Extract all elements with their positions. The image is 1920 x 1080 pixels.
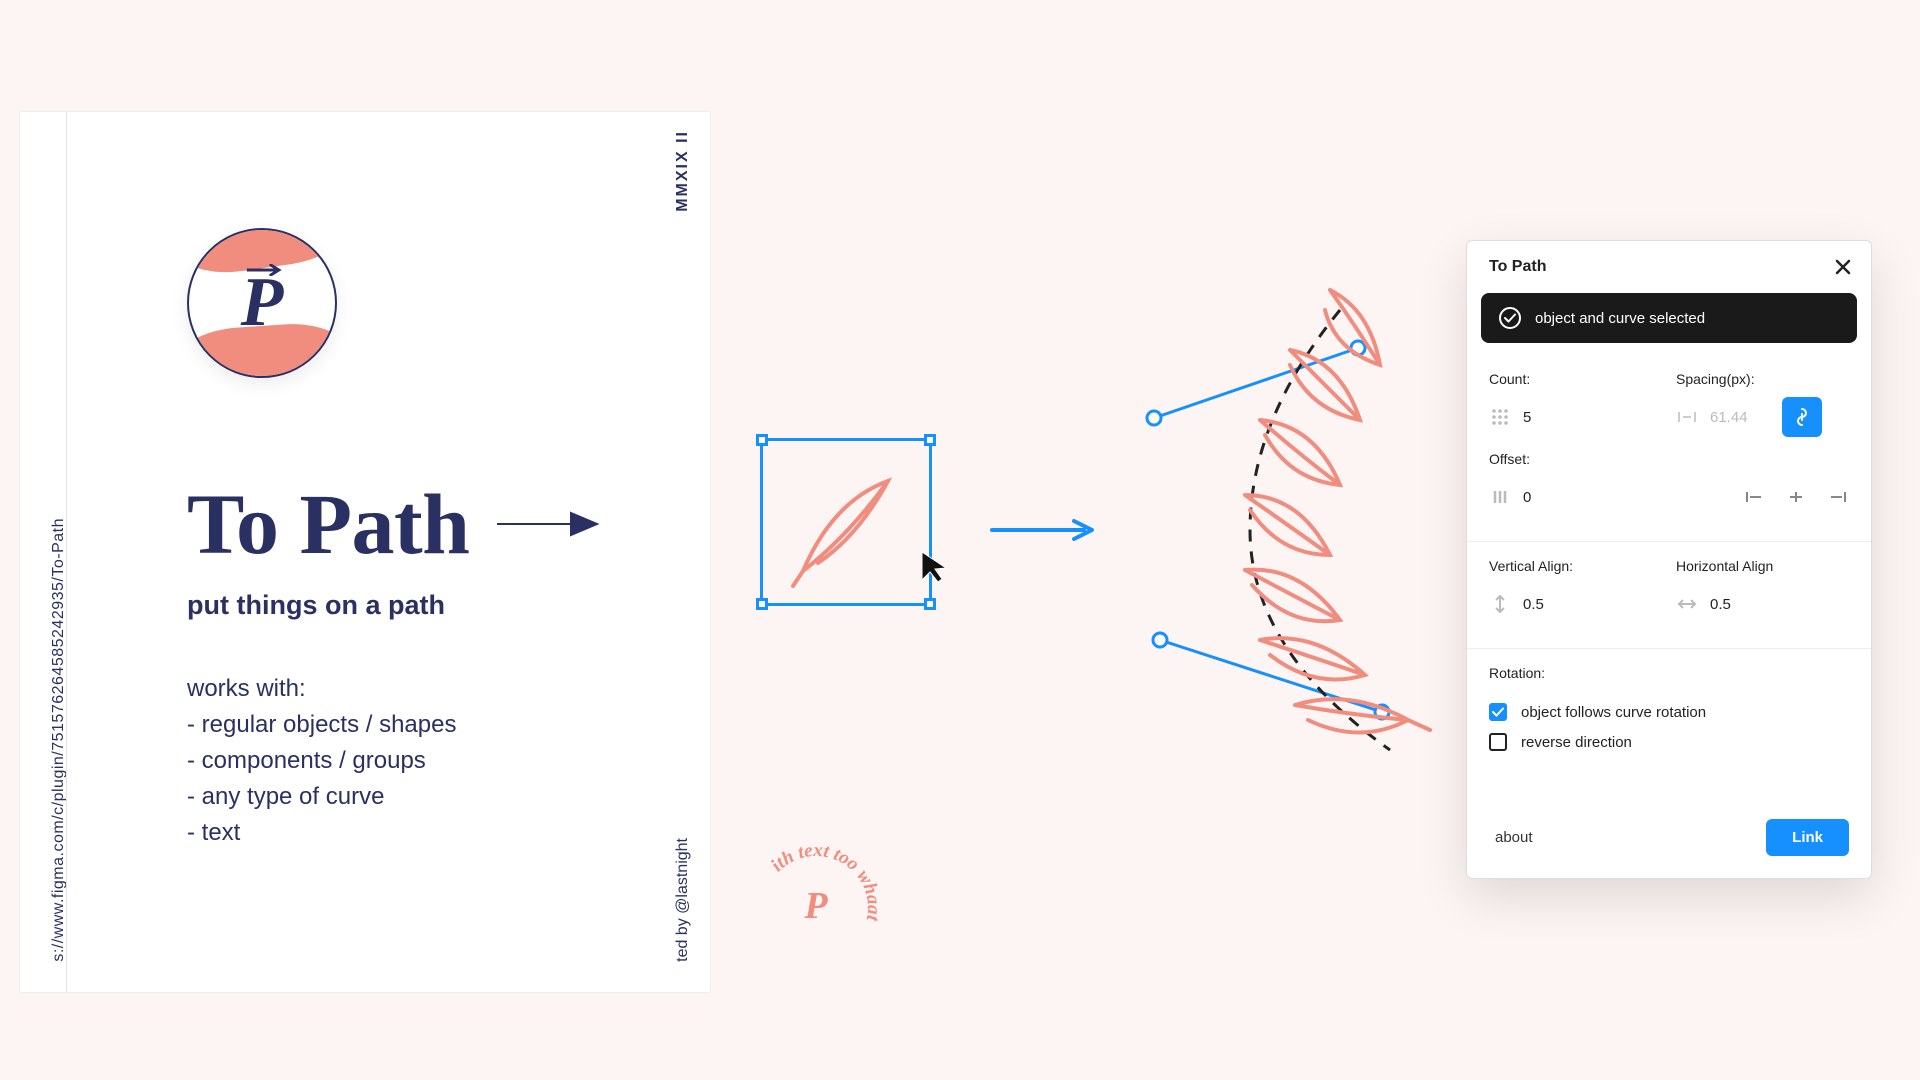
selection-box[interactable] [760, 438, 932, 606]
works-with-item: - components / groups [187, 743, 710, 779]
leaves-on-path-illustration [1130, 270, 1450, 790]
leaf-icon [763, 441, 935, 609]
works-with-item: - any type of curve [187, 779, 710, 815]
works-with-item: - text [187, 815, 710, 851]
align-end-button[interactable] [1827, 486, 1849, 508]
reverse-direction-label: reverse direction [1521, 734, 1632, 751]
resize-handle-tr[interactable] [924, 434, 936, 446]
valign-input[interactable] [1523, 596, 1583, 613]
align-start-button[interactable] [1743, 486, 1765, 508]
spacing-input[interactable] [1710, 409, 1770, 426]
poster-subtitle: put things on a path [187, 590, 710, 621]
plugin-logo-letter: P [189, 230, 335, 376]
resize-handle-bl[interactable] [756, 598, 768, 610]
halign-input[interactable] [1710, 596, 1770, 613]
link-button[interactable]: Link [1766, 819, 1849, 856]
reverse-direction-checkbox[interactable] [1489, 733, 1507, 751]
count-input[interactable] [1523, 409, 1583, 426]
arrows-horizontal-icon [1676, 597, 1698, 611]
circular-text-sample: ith text too whaat P [746, 838, 886, 978]
poster-body: works with: - regular objects / shapes -… [187, 671, 710, 851]
plugin-logo-icon: P [187, 228, 337, 378]
works-with-heading: works with: [187, 671, 710, 707]
offset-label: Offset: [1489, 451, 1849, 467]
arrow-right-icon [990, 518, 1100, 542]
count-label: Count: [1489, 371, 1662, 387]
about-link[interactable]: about [1495, 829, 1533, 846]
panel-title: To Path [1489, 258, 1546, 276]
valign-label: Vertical Align: [1489, 558, 1662, 574]
halign-label: Horizontal Align [1676, 558, 1849, 574]
close-icon [1835, 259, 1851, 275]
offset-input[interactable] [1523, 489, 1583, 506]
grid-dots-icon [1489, 408, 1511, 426]
link-icon [1795, 407, 1809, 427]
poster: MMXIX II ted by @lastnight s://www.figma… [20, 112, 710, 992]
status-text: object and curve selected [1535, 310, 1705, 327]
circular-text-p-icon: P [804, 884, 827, 928]
arrow-long-right-icon [497, 510, 607, 538]
align-center-button[interactable] [1785, 486, 1807, 508]
poster-title: To Path [187, 474, 469, 574]
to-path-panel: To Path object and curve selected Count:… [1466, 240, 1872, 879]
works-with-item: - regular objects / shapes [187, 707, 710, 743]
rotation-label: Rotation: [1489, 665, 1849, 681]
spacing-label: Spacing(px): [1676, 371, 1849, 387]
status-bar: object and curve selected [1481, 293, 1857, 343]
link-values-button[interactable] [1782, 397, 1822, 437]
check-circle-icon [1499, 307, 1521, 329]
offset-icon [1489, 489, 1511, 505]
arrows-vertical-icon [1489, 594, 1511, 614]
spacing-icon [1676, 410, 1698, 424]
follows-rotation-label: object follows curve rotation [1521, 704, 1706, 721]
cursor-icon [920, 550, 950, 584]
follows-rotation-checkbox[interactable] [1489, 703, 1507, 721]
close-button[interactable] [1833, 257, 1853, 277]
resize-handle-tl[interactable] [756, 434, 768, 446]
resize-handle-br[interactable] [924, 598, 936, 610]
arrow-right-icon [247, 264, 285, 276]
